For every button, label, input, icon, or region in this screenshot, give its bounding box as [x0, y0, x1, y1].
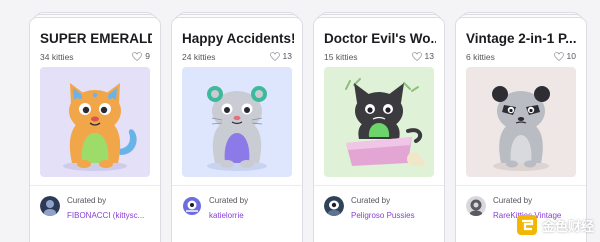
- like-count: 13: [282, 51, 292, 61]
- kitty-image[interactable]: [40, 67, 150, 177]
- watermark-logo-icon: [516, 215, 537, 235]
- like-button[interactable]: 10: [553, 51, 576, 61]
- heart-icon: [553, 51, 564, 61]
- avatar-icon: [324, 196, 344, 216]
- curator-link[interactable]: katielorrie: [209, 211, 299, 220]
- curator-avatar[interactable]: [40, 196, 60, 216]
- curated-by-label: Curated by: [493, 196, 533, 205]
- card-divider: [456, 185, 586, 186]
- like-count: 9: [145, 51, 150, 61]
- like-button[interactable]: 13: [269, 51, 292, 61]
- collection-card-body[interactable]: Doctor Evil's Wo... 15 kitties 13 Curate…: [313, 17, 445, 242]
- cat-illustration: [324, 67, 434, 177]
- like-count: 13: [424, 51, 434, 61]
- kitty-count: 24 kitties: [182, 52, 216, 62]
- cat-illustration: [182, 67, 292, 177]
- collection-title[interactable]: Doctor Evil's Wo...: [324, 31, 436, 46]
- collection-card-body[interactable]: Vintage 2-in-1 P... 6 kitties 10 Curated…: [455, 17, 587, 242]
- collection-title[interactable]: Happy Accidents!: [182, 31, 294, 46]
- kitty-image[interactable]: [324, 67, 434, 177]
- like-count: 10: [566, 51, 576, 61]
- card-divider: [172, 185, 302, 186]
- collection-card[interactable]: Vintage 2-in-1 P... 6 kitties 10 Curated…: [455, 12, 587, 242]
- card-divider: [30, 185, 160, 186]
- collection-card[interactable]: SUPER EMERALD... 34 kitties 9: [29, 12, 161, 242]
- curated-by-label: Curated by: [351, 196, 391, 205]
- curator-avatar[interactable]: [324, 196, 344, 216]
- like-button[interactable]: 13: [411, 51, 434, 61]
- collection-title[interactable]: SUPER EMERALD...: [40, 31, 152, 46]
- heart-icon: [411, 51, 422, 61]
- avatar-icon: [466, 196, 486, 216]
- collections-row: SUPER EMERALD... 34 kitties 9: [0, 0, 600, 242]
- heart-icon: [132, 51, 143, 61]
- avatar-icon: [182, 196, 202, 216]
- collection-card-body[interactable]: SUPER EMERALD... 34 kitties 9: [29, 17, 161, 242]
- kitty-count: 34 kitties: [40, 52, 74, 62]
- curated-by-label: Curated by: [67, 196, 107, 205]
- curator-avatar[interactable]: [182, 196, 202, 216]
- watermark-text: 金色财经: [541, 218, 594, 234]
- card-divider: [314, 185, 444, 186]
- cat-illustration: [40, 67, 150, 177]
- curator-link[interactable]: FIBONACCI (kittysc...: [67, 211, 157, 220]
- kitty-image[interactable]: [466, 67, 576, 177]
- heart-icon: [269, 51, 280, 61]
- collection-card-body[interactable]: Happy Accidents! 24 kitties 13 Curated b…: [171, 17, 303, 242]
- curator-link[interactable]: Peligroso Pussies: [351, 211, 441, 220]
- kitty-count: 6 kitties: [466, 52, 495, 62]
- curated-by-label: Curated by: [209, 196, 249, 205]
- kitty-count: 15 kitties: [324, 52, 358, 62]
- kitty-image[interactable]: [182, 67, 292, 177]
- watermark: 金色财经: [516, 214, 594, 236]
- collection-card[interactable]: Doctor Evil's Wo... 15 kitties 13 Curate…: [313, 12, 445, 242]
- like-button[interactable]: 9: [132, 51, 150, 61]
- collection-title[interactable]: Vintage 2-in-1 P...: [466, 31, 578, 46]
- cat-illustration: [466, 67, 576, 177]
- avatar-icon: [40, 196, 60, 216]
- curator-avatar[interactable]: [466, 196, 486, 216]
- collection-card[interactable]: Happy Accidents! 24 kitties 13 Curated b…: [171, 12, 303, 242]
